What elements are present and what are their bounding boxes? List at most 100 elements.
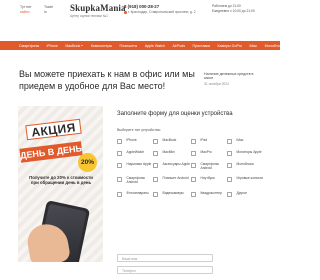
option-label: Игровые консоли [236, 176, 263, 180]
nav-list: Смартфоны iPhone MacBook Компьютеры Планшеты… [0, 41, 280, 50]
checkbox[interactable] [227, 163, 232, 168]
checkbox[interactable] [153, 163, 158, 168]
nav-item-label: AirPods [172, 43, 186, 48]
option-label: iMac [236, 138, 244, 142]
nav-item-label: Apple Watch [144, 43, 165, 48]
site-header: Тут нет найти Trade in SkupkaMania Центр… [0, 0, 280, 32]
phone-input-placeholder: Телефон [122, 269, 136, 273]
nav-item[interactable]: MacBook [65, 44, 84, 48]
promo-description: Получите до 20% к стоимости при обращени… [29, 175, 93, 185]
device-type-option[interactable]: AppleWatch [117, 150, 157, 156]
checkbox[interactable] [153, 139, 158, 144]
logo[interactable]: SkupkaMania Центр скупки техники №1 [70, 3, 126, 23]
device-type-option[interactable]: MacPro [191, 150, 231, 156]
nav-item[interactable]: iMac [250, 44, 258, 48]
form-hint: Выберите тип устройства: [117, 128, 161, 132]
checkbox[interactable] [191, 177, 196, 182]
nav-item-label: Моноблоки [264, 43, 280, 48]
header-phone[interactable]: 8 (918) 000-28-27 [124, 4, 159, 9]
option-label: AppleWatch [126, 150, 145, 154]
header-address-text: г. Краснодар, Ставропольский проспект, д… [128, 10, 196, 14]
device-type-option[interactable]: MacMini [153, 150, 193, 156]
option-label: Наушники Apple [126, 162, 152, 166]
checkbox[interactable] [227, 192, 232, 197]
name-input[interactable]: Ваше имя [117, 254, 213, 262]
nav-item[interactable]: Камеры GoPro [218, 44, 243, 48]
phone-input[interactable]: Телефон [117, 266, 213, 274]
device-type-option[interactable]: Смартфоны Android [117, 176, 157, 185]
option-label: iPad [200, 138, 208, 142]
nav-item[interactable]: Планшеты [120, 44, 138, 48]
device-type-option[interactable]: Ноутбуки [191, 176, 231, 182]
device-type-option[interactable]: Другое [227, 191, 267, 197]
checkbox[interactable] [191, 163, 196, 168]
checkbox[interactable] [191, 192, 196, 197]
form-title: Заполните форму для оценки устройства [117, 111, 233, 117]
option-label: Квадрокоптер [200, 191, 222, 195]
header-hours-line2: Ежедневно с 10:00 до 21:00 [212, 9, 255, 13]
nav-item[interactable]: Приставки [193, 44, 210, 48]
device-type-option[interactable]: Мониторы Apple [227, 150, 267, 156]
device-type-option[interactable]: Видеокамеры [153, 191, 193, 197]
trade-in-line1[interactable]: Trade [44, 5, 53, 9]
nav-item[interactable]: Компьютеры [91, 44, 112, 48]
trade-in-line2[interactable]: in [44, 10, 47, 14]
evaluation-form: Заполните форму для оценки устройства Вы… [111, 106, 263, 276]
checkbox[interactable] [153, 177, 158, 182]
option-label: Фотоаппараты [126, 191, 149, 195]
checkbox[interactable] [117, 139, 122, 144]
option-label: Смартфоны Android [126, 176, 146, 184]
device-type-option[interactable]: iPad [191, 138, 231, 144]
nav-item[interactable]: Смартфоны [19, 44, 39, 48]
checkbox[interactable] [227, 177, 232, 182]
page-headline: Вы можете приехать к нам в офис или мы п… [19, 69, 195, 91]
nav-item[interactable]: Apple Watch [145, 44, 165, 48]
header-left-line2[interactable]: найти [20, 10, 29, 14]
option-label: iPhone [126, 138, 137, 142]
option-label: MacBook [162, 138, 177, 142]
device-type-option[interactable]: iMac [227, 138, 267, 144]
device-type-option[interactable]: Моноблоки [227, 162, 267, 168]
header-left-line1[interactable]: Тут нет [20, 5, 32, 9]
promo-banner[interactable]: АКЦИЯ ДЕНЬ В ДЕНЬ 20% Получите до 20% к … [18, 106, 103, 262]
device-type-option[interactable]: Игровые консоли [227, 176, 267, 182]
checkbox[interactable] [191, 139, 196, 144]
checkbox[interactable] [117, 192, 122, 197]
device-type-option[interactable]: Планшет Android [153, 176, 193, 182]
device-type-option[interactable]: iPhone [117, 138, 157, 144]
nav-item-label: Планшеты [119, 43, 138, 48]
option-label: Видеокамеры [162, 191, 184, 195]
cash-availability-note: Наличие денежных средств в кассе [204, 72, 254, 81]
checkbox[interactable] [227, 151, 232, 156]
nav-item-label: iPhone [46, 43, 58, 48]
location-pin-icon [124, 10, 127, 14]
device-type-option[interactable]: Аксессуары Apple [153, 162, 193, 168]
discount-badge-text: 20% [80, 159, 94, 166]
device-type-option[interactable]: Фотоаппараты [117, 191, 157, 197]
logo-subtitle: Центр скупки техники №1 [70, 14, 108, 18]
checkbox[interactable] [117, 163, 122, 168]
nav-item[interactable]: iPhone [47, 44, 58, 48]
checkbox[interactable] [153, 151, 158, 156]
option-label: Ноутбуки [200, 176, 215, 180]
device-type-option[interactable]: Наушники Apple [117, 162, 157, 168]
checkbox[interactable] [153, 192, 158, 197]
cash-availability-date: 31 октября 2024 [204, 82, 229, 86]
nav-item-label: Камеры GoPro [217, 43, 243, 48]
nav-item-label: Приставки [192, 43, 211, 48]
checkbox[interactable] [117, 151, 122, 156]
option-label: MacMini [162, 150, 175, 154]
discount-badge: 20% [78, 153, 97, 172]
main-nav: Смартфоны iPhone MacBook Компьютеры Планшеты… [0, 41, 280, 50]
device-type-option[interactable]: MacBook [153, 138, 193, 144]
device-type-option[interactable]: Квадрокоптер [191, 191, 231, 197]
checkbox[interactable] [191, 151, 196, 156]
nav-item[interactable]: Моноблоки [265, 44, 280, 48]
option-label: Смартфоны Android [200, 162, 220, 170]
option-label: Аксессуары Apple [162, 162, 190, 166]
nav-item[interactable]: AirPods [172, 44, 185, 48]
checkbox[interactable] [227, 139, 232, 144]
name-input-placeholder: Ваше имя [122, 257, 138, 261]
device-type-option[interactable]: Смартфоны Android [191, 162, 231, 171]
checkbox[interactable] [117, 177, 122, 182]
